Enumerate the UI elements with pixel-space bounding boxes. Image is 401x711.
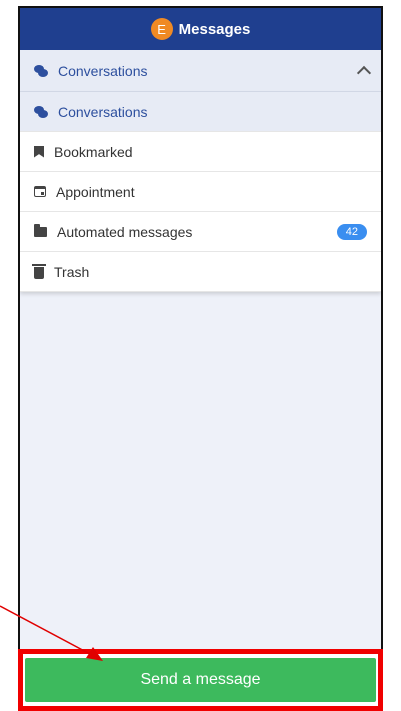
menu-item-label: Trash xyxy=(54,263,90,280)
app-header: E Messages xyxy=(20,8,381,50)
menu-item-automated-messages[interactable]: Automated messages 42 xyxy=(20,212,381,252)
trash-icon xyxy=(32,263,46,279)
folder-menu: Conversations Bookmarked Appointment Aut… xyxy=(20,92,381,292)
calendar-icon xyxy=(34,186,46,197)
conversations-dropdown[interactable]: Conversations xyxy=(20,50,381,92)
menu-item-label: Automated messages xyxy=(57,223,193,240)
bookmark-icon xyxy=(34,145,44,158)
menu-item-appointment[interactable]: Appointment xyxy=(20,172,381,212)
highlight-box: Send a message xyxy=(18,649,383,711)
send-message-button[interactable]: Send a message xyxy=(25,658,376,702)
menu-item-label: Appointment xyxy=(56,183,135,200)
dropdown-label: Conversations xyxy=(58,62,148,79)
menu-item-conversations[interactable]: Conversations xyxy=(20,92,381,132)
folder-icon xyxy=(34,223,47,237)
avatar[interactable]: E xyxy=(150,18,173,40)
chat-icon xyxy=(34,105,48,119)
menu-item-label: Bookmarked xyxy=(54,143,133,160)
menu-item-label: Conversations xyxy=(58,103,148,120)
menu-item-bookmarked[interactable]: Bookmarked xyxy=(20,132,381,172)
chevron-up-icon[interactable] xyxy=(356,65,372,81)
chat-icon xyxy=(34,64,48,78)
count-badge: 42 xyxy=(336,223,367,240)
menu-item-trash[interactable]: Trash xyxy=(20,252,381,292)
page-title: Messages xyxy=(178,20,251,38)
mobile-screen: E Messages Conversations Conversations B… xyxy=(18,6,383,709)
